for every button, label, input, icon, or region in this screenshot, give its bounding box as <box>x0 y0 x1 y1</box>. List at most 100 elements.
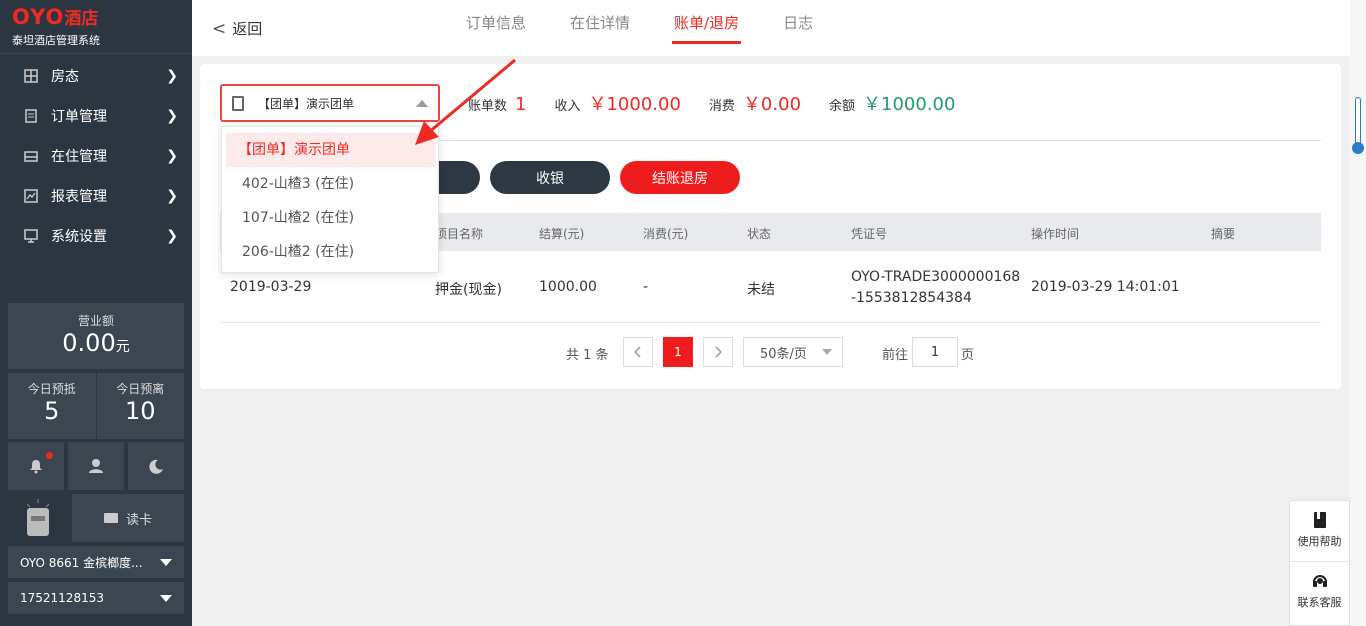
sidebar: OYO酒店 泰坦酒店管理系统 房态 ❯ 订单管理 ❯ 在住管理 ❯ 报表管理 ❯… <box>0 0 192 626</box>
chevron-right-icon: ❯ <box>166 108 178 124</box>
dropdown-option[interactable]: 402-山楂3 (在住) <box>226 167 436 201</box>
column-header: 凭证号 <box>851 227 888 241</box>
page-size-value: 50条/页 <box>760 346 807 362</box>
revenue-box: 营业额 0.00元 <box>8 303 184 369</box>
income-value: ￥1000.00 <box>588 94 681 115</box>
column-header: 项目名称 <box>435 227 484 241</box>
tab-stay-details[interactable]: 在住详情 <box>568 0 632 50</box>
moon-icon <box>149 459 163 474</box>
cell-settle: 1000.00 <box>539 279 597 295</box>
chevron-right-icon: ❯ <box>166 188 178 204</box>
read-card-button[interactable]: 读卡 <box>72 494 184 542</box>
scrollbar[interactable] <box>1350 0 1366 626</box>
sidebar-item-label: 报表管理 <box>51 189 107 205</box>
next-page-button[interactable] <box>703 337 733 367</box>
goto-page-input[interactable] <box>912 337 958 367</box>
arrivals-departures: 今日预抵 5 今日预离 10 <box>8 373 184 439</box>
account-select-value: 17521128153 <box>20 591 104 605</box>
consume-value: ￥0.00 <box>742 94 802 115</box>
tabs: 订单信息 在住详情 账单/退房 日志 <box>464 0 855 56</box>
cell-status: 未结 <box>747 282 775 298</box>
dropdown-option[interactable]: 107-山楂2 (在住) <box>226 201 436 235</box>
brand-subtitle: 泰坦酒店管理系统 <box>12 34 100 47</box>
chevron-right-icon: ❯ <box>166 228 178 244</box>
arrivals-label: 今日预抵 <box>27 382 76 396</box>
column-header: 消费(元) <box>643 227 689 241</box>
account-select[interactable]: 17521128153 <box>8 582 184 614</box>
card-reader-row: 读卡 <box>8 494 184 542</box>
contact-support-button[interactable]: 联系客服 <box>1290 561 1349 621</box>
tab-log[interactable]: 日志 <box>781 0 815 50</box>
notification-button[interactable] <box>8 442 64 490</box>
help-panel: 使用帮助 联系客服 <box>1289 500 1350 626</box>
sidebar-item-label: 订单管理 <box>51 109 107 125</box>
cell-date: 2019-03-29 <box>230 279 312 295</box>
column-header: 操作时间 <box>1031 227 1080 241</box>
revenue-label: 营业额 <box>77 314 114 328</box>
sidebar-item-orders[interactable]: 订单管理 ❯ <box>0 96 192 136</box>
bed-icon <box>24 151 38 162</box>
help-manual-button[interactable]: 使用帮助 <box>1290 501 1349 561</box>
top-header: < 返回 订单信息 在住详情 账单/退房 日志 <box>192 0 1350 56</box>
settings-icon <box>24 229 38 243</box>
cashier-button[interactable]: 收银 <box>490 161 610 194</box>
sidebar-item-reports[interactable]: 报表管理 ❯ <box>0 176 192 216</box>
prev-page-button[interactable] <box>623 337 653 367</box>
headset-icon <box>1312 575 1327 587</box>
pagination-total: 共 1 条 <box>566 348 609 363</box>
checkout-button[interactable]: 结账退房 <box>620 161 740 194</box>
cell-consume: - <box>643 279 649 295</box>
sidebar-item-label: 在住管理 <box>51 149 107 165</box>
departures-value: 10 <box>124 397 156 425</box>
bell-icon <box>30 460 42 474</box>
cell-item: 押金(现金) <box>435 282 502 298</box>
chart-icon <box>24 189 38 203</box>
notification-dot <box>46 452 53 459</box>
departures-box[interactable]: 今日预离 10 <box>95 373 185 439</box>
contact-support-label: 联系客服 <box>1297 596 1342 609</box>
balance-label: 余额 <box>829 99 856 114</box>
chevron-left-icon <box>634 346 641 358</box>
card-reader-icon <box>8 494 68 542</box>
tab-bill-checkout[interactable]: 账单/退房 <box>672 0 742 50</box>
sidebar-item-settings[interactable]: 系统设置 ❯ <box>0 216 192 256</box>
caret-down-icon <box>822 349 832 355</box>
book-icon <box>1313 512 1326 528</box>
brand: OYO酒店 泰坦酒店管理系统 <box>0 0 192 54</box>
arrivals-box[interactable]: 今日预抵 5 <box>8 373 96 439</box>
cell-time: 2019-03-29 14:01:01 <box>1031 279 1180 295</box>
brand-logo[interactable]: OYO酒店 <box>12 6 192 30</box>
pagination: 共 1 条 1 50条/页 前往 页 <box>200 336 1341 368</box>
night-audit-button[interactable] <box>128 442 184 490</box>
hotel-select[interactable]: OYO 8661 金槟榔度... <box>8 546 184 578</box>
sidebar-item-label: 房态 <box>51 69 79 85</box>
cell-voucher: OYO-TRADE3000000168-1553812854384 <box>851 269 1021 306</box>
page-number-button[interactable]: 1 <box>663 337 693 367</box>
column-header: 结算(元) <box>539 227 585 241</box>
dropdown-option[interactable]: 206-山楂2 (在住) <box>226 235 436 269</box>
goto-label: 前往 <box>882 348 909 363</box>
bill-summary: 账单数 1 收入 ￥1000.00 消费 ￥0.00 余额 ￥1000.00 <box>468 90 983 116</box>
column-header: 状态 <box>747 227 772 241</box>
guest-button[interactable] <box>68 442 124 490</box>
revenue-value: 0.00元 <box>62 329 130 357</box>
scrollbar-knob[interactable] <box>1352 142 1364 154</box>
tab-order-info[interactable]: 订单信息 <box>464 0 528 50</box>
document-icon <box>232 95 244 111</box>
sidebar-item-in-house[interactable]: 在住管理 ❯ <box>0 136 192 176</box>
back-button[interactable]: < 返回 <box>212 18 262 39</box>
help-manual-label: 使用帮助 <box>1297 535 1342 548</box>
stats-panel: 营业额 0.00元 今日预抵 5 今日预离 10 <box>8 303 184 439</box>
bill-select-value: 【团单】演示团单 <box>258 96 355 111</box>
grid-icon <box>24 69 38 83</box>
list-icon <box>25 109 37 123</box>
caret-down-icon <box>160 558 172 566</box>
page-size-select[interactable]: 50条/页 <box>743 337 843 367</box>
column-header: 摘要 <box>1211 227 1236 241</box>
income-label: 收入 <box>554 99 581 114</box>
sidebar-item-room-status[interactable]: 房态 ❯ <box>0 56 192 96</box>
chevron-right-icon <box>715 346 722 358</box>
consume-label: 消费 <box>708 99 735 114</box>
chevron-right-icon: ❯ <box>166 148 178 164</box>
sidebar-nav: 房态 ❯ 订单管理 ❯ 在住管理 ❯ 报表管理 ❯ 系统设置 ❯ <box>0 54 192 256</box>
